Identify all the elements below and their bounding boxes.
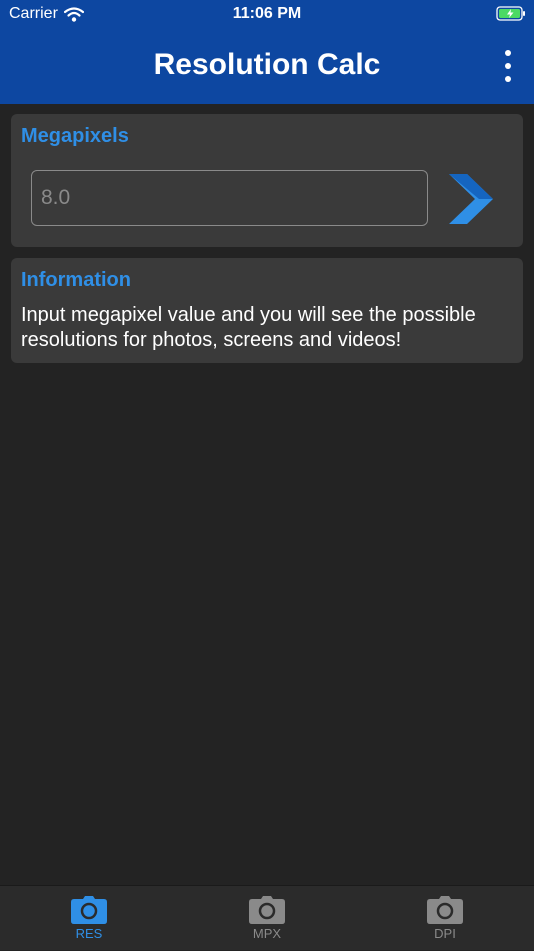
app-title: Resolution Calc: [153, 48, 381, 81]
overflow-menu-button[interactable]: [500, 50, 516, 82]
information-card: Information Input megapixel value and yo…: [11, 258, 523, 363]
megapixels-title: Megapixels: [21, 125, 129, 147]
camera-icon: [249, 896, 285, 924]
tab-bar: RES MPX DPI: [0, 885, 534, 950]
information-title: Information: [21, 269, 131, 291]
tab-label: DPI: [434, 926, 456, 941]
app-bar: Resolution Calc: [0, 28, 534, 104]
menu-dot-icon: [505, 76, 511, 82]
battery-icon: [496, 6, 525, 21]
tab-label: MPX: [252, 926, 282, 941]
camera-icon: [71, 896, 107, 924]
status-time: 11:06 PM: [232, 5, 302, 22]
tab-res[interactable]: RES: [0, 886, 178, 951]
menu-dot-icon: [505, 63, 511, 69]
information-text: Input megapixel value and you will see t…: [21, 304, 476, 351]
megapixels-card: Megapixels: [11, 114, 523, 247]
chevron-right-icon[interactable]: [449, 174, 497, 224]
tab-dpi[interactable]: DPI: [356, 886, 534, 951]
megapixels-input[interactable]: [31, 170, 428, 226]
tab-mpx[interactable]: MPX: [178, 886, 356, 951]
camera-icon: [427, 896, 463, 924]
tab-label: RES: [75, 926, 103, 941]
status-bar: Carrier 11:06 PM: [0, 0, 534, 28]
menu-dot-icon: [505, 50, 511, 56]
